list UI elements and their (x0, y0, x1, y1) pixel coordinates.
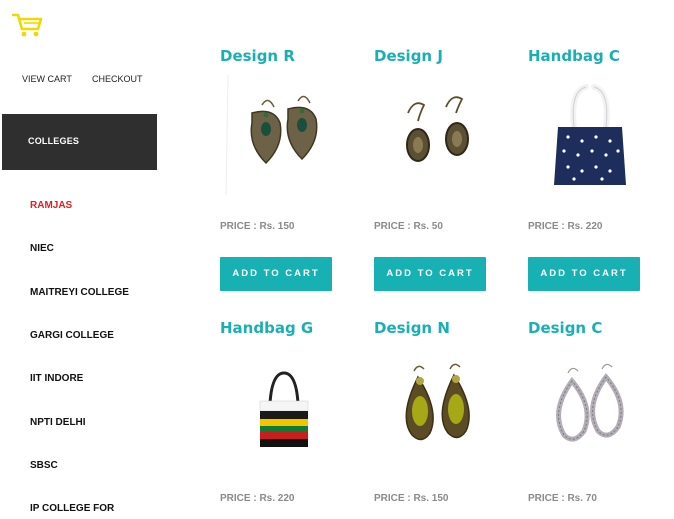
add-to-cart-button[interactable]: ADD TO CART (528, 257, 640, 291)
product-price: PRICE : Rs. 70 (528, 493, 597, 504)
product-price: PRICE : Rs. 220 (220, 493, 295, 504)
add-to-cart-button[interactable]: ADD TO CART (374, 257, 486, 291)
product-title[interactable]: Design C (528, 319, 602, 337)
sidebar-item-niec[interactable]: NIEC (30, 243, 54, 254)
product-title[interactable]: Design R (220, 47, 295, 65)
earrings-icon[interactable] (530, 347, 650, 467)
sidebar-item-gargi-college[interactable]: GARGI COLLEGE (30, 330, 114, 341)
sidebar-item-maitreyi-college[interactable]: MAITREYI COLLEGE (30, 287, 129, 298)
sidebar-item-ramjas[interactable]: RAMJAS (30, 200, 72, 211)
product-price: PRICE : Rs. 220 (528, 221, 603, 232)
product-price: PRICE : Rs. 150 (220, 221, 295, 232)
colleges-heading: COLLEGES (28, 136, 80, 146)
sidebar-item-iit-indore[interactable]: IIT INDORE (30, 373, 83, 384)
handbag-icon[interactable] (530, 75, 650, 195)
view-cart-link[interactable]: VIEW CART (22, 74, 72, 84)
product-price: PRICE : Rs. 150 (374, 493, 449, 504)
product-price: PRICE : Rs. 50 (374, 221, 443, 232)
add-to-cart-button[interactable]: ADD TO CART (220, 257, 332, 291)
colleges-header[interactable]: COLLEGES (2, 114, 157, 170)
earrings-icon[interactable] (376, 75, 496, 195)
earrings-icon[interactable] (376, 347, 496, 467)
sidebar-item-ip-college[interactable]: IP COLLEGE FOR (30, 503, 114, 514)
shopping-cart-icon[interactable] (12, 12, 44, 38)
product-title[interactable]: Handbag C (528, 47, 620, 65)
sidebar-item-npti-delhi[interactable]: NPTI DELHI (30, 417, 86, 428)
product-title[interactable]: Design N (374, 319, 450, 337)
product-title[interactable]: Design J (374, 47, 443, 65)
sidebar-item-sbsc[interactable]: SBSC (30, 460, 58, 471)
checkout-link[interactable]: CHECKOUT (92, 74, 143, 84)
earrings-icon[interactable] (222, 75, 342, 195)
product-title[interactable]: Handbag G (220, 319, 313, 337)
handbag-icon[interactable] (222, 347, 342, 467)
